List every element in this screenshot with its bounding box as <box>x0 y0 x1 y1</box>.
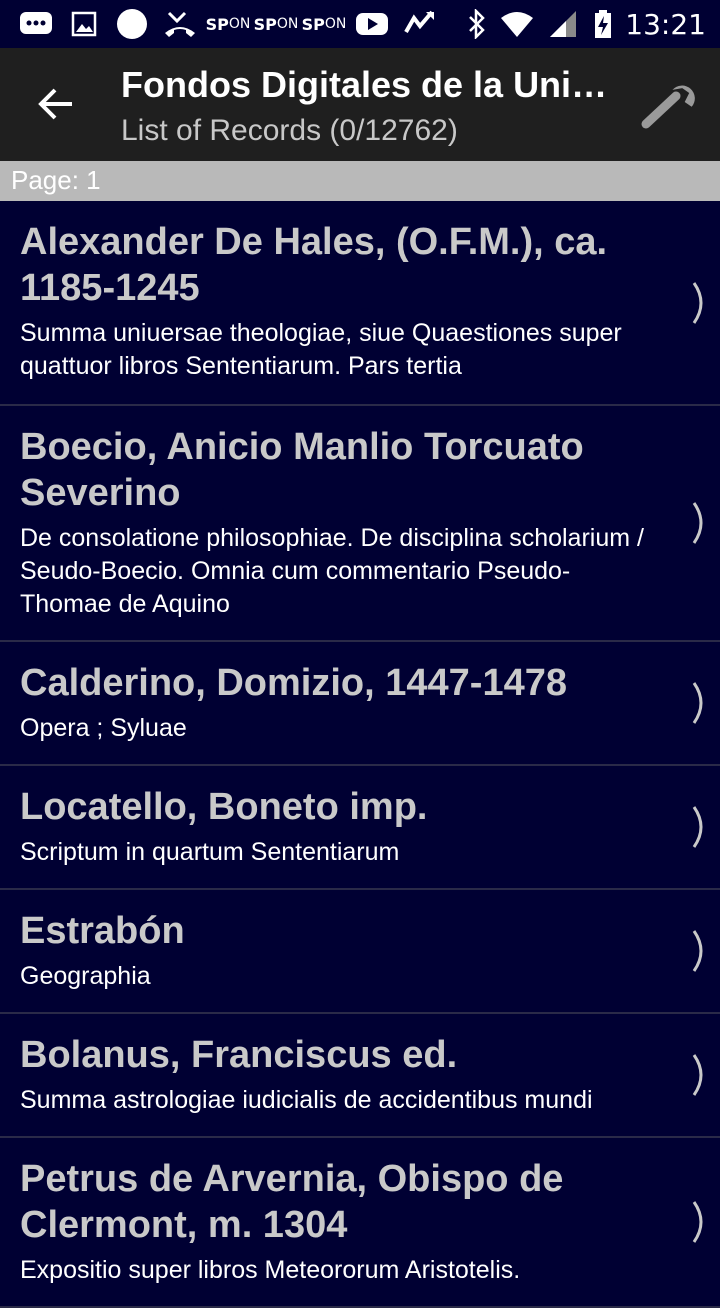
settings-button[interactable] <box>640 78 700 132</box>
record-author: Petrus de Arvernia, Obispo de Clermont, … <box>20 1158 564 1246</box>
page-indicator-bar: Page: 1 <box>0 161 720 201</box>
youtube-icon <box>354 7 390 41</box>
chevron-right-icon <box>692 682 703 724</box>
wifi-icon <box>499 7 535 41</box>
records-list: Alexander De Hales, (O.F.M.), ca. 1185-1… <box>0 201 720 1308</box>
chevron-right-icon <box>692 1201 703 1243</box>
sp-on-icon: SP ON <box>205 14 251 34</box>
record-title: Summa uniuersae theologiae, siue Quaesti… <box>20 319 622 380</box>
circle-icon <box>114 7 150 41</box>
wrench-icon <box>641 85 695 129</box>
battery-charging-icon <box>591 7 615 41</box>
status-bar: SP ON SP ON SP ON 13:21 <box>0 0 720 48</box>
message-icon <box>18 7 54 41</box>
system-icons: 13:21 <box>465 6 706 42</box>
record-author: Estrabón <box>20 910 185 952</box>
page-title: Fondos Digitales de la Universidad <box>121 64 621 105</box>
chevron-right-icon <box>692 806 703 848</box>
list-item[interactable]: Estrabón Geographia <box>0 890 720 1014</box>
back-button[interactable] <box>30 78 82 130</box>
record-author: Bolanus, Franciscus ed. <box>20 1034 458 1076</box>
chevron-right-icon <box>692 281 703 324</box>
list-item[interactable]: Locatello, Boneto imp. Scriptum in quart… <box>0 766 720 890</box>
record-author: Locatello, Boneto imp. <box>20 786 428 828</box>
bluetooth-icon <box>465 7 489 41</box>
list-item[interactable]: Bolanus, Franciscus ed. Summa astrologia… <box>0 1014 720 1138</box>
list-item[interactable]: Boecio, Anicio Manlio Torcuato Severino … <box>0 406 720 642</box>
notification-icons: SP ON SP ON SP ON <box>18 6 438 42</box>
arrow-left-icon <box>38 88 72 120</box>
chevron-right-icon <box>692 502 703 544</box>
sp-on-icon: SP ON <box>301 14 347 34</box>
record-author: Boecio, Anicio Manlio Torcuato Severino <box>20 426 584 514</box>
record-title: Scriptum in quartum Sententiarum <box>20 838 400 866</box>
list-item[interactable]: Alexander De Hales, (O.F.M.), ca. 1185-1… <box>0 201 720 406</box>
image-icon <box>66 7 102 41</box>
chevron-right-icon <box>692 1054 703 1096</box>
page-indicator: Page: 1 <box>11 165 101 195</box>
record-title: Opera ; Syluae <box>20 714 187 742</box>
record-count: List of Records (0/12762) <box>121 114 458 147</box>
sp-on-icon: SP ON <box>253 14 299 34</box>
list-item[interactable]: Petrus de Arvernia, Obispo de Clermont, … <box>0 1138 720 1308</box>
record-author: Alexander De Hales, (O.F.M.), ca. 1185-1… <box>20 221 608 309</box>
trending-icon <box>402 7 438 41</box>
record-title: Expositio super libros Meteororum Aristo… <box>20 1256 521 1284</box>
clock: 13:21 <box>625 7 706 41</box>
app-bar: Fondos Digitales de la Universidad List … <box>0 48 720 161</box>
signal-icon <box>545 7 581 41</box>
record-title: De consolatione philosophiae. De discipl… <box>20 524 644 618</box>
record-author: Calderino, Domizio, 1447-1478 <box>20 662 567 704</box>
chevron-right-icon <box>692 930 703 972</box>
record-title: Summa astrologiae iudicialis de accident… <box>20 1086 593 1114</box>
record-title: Geographia <box>20 962 151 990</box>
missed-call-icon <box>162 7 198 41</box>
list-item[interactable]: Calderino, Domizio, 1447-1478 Opera ; Sy… <box>0 642 720 766</box>
